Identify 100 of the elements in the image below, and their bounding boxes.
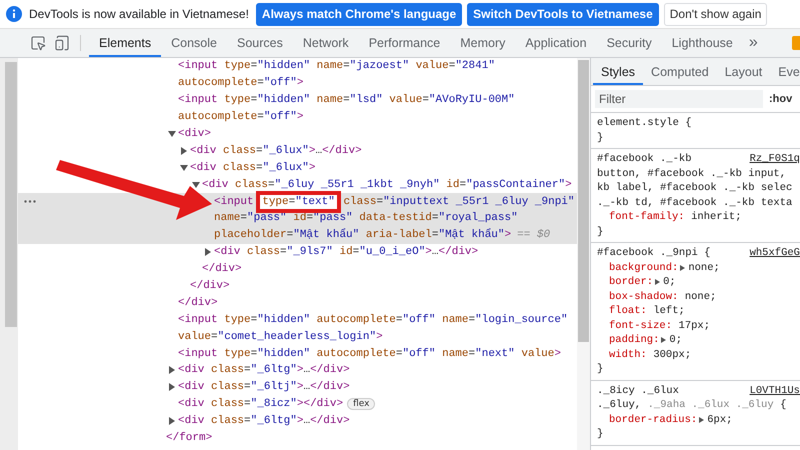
expand-triangle-icon[interactable]	[655, 279, 660, 286]
language-button[interactable]: Switch DevTools to Vietnamese	[467, 2, 659, 26]
css-property-name[interactable]: border-radius:	[609, 414, 698, 426]
sidebar-tab[interactable]: Computed	[643, 58, 717, 85]
triangle-right-icon[interactable]	[168, 383, 176, 392]
panel-tab[interactable]: Console	[161, 29, 227, 57]
node-row[interactable]: <div class="_6ltg">…</div>	[18, 412, 577, 430]
triangle-down-icon[interactable]	[168, 130, 176, 138]
scrollbar-thumb[interactable]	[5, 62, 17, 327]
css-selector: ._-kb td, #facebook ._-kb texta	[597, 196, 792, 209]
node-row[interactable]: <div class="_6ltg">…</div>	[18, 362, 577, 379]
expand-triangle-icon[interactable]	[699, 416, 704, 423]
panel-tab[interactable]: Performance	[358, 29, 450, 57]
code-line: </form>	[166, 432, 212, 444]
code-line: <input type="hidden" autocomplete="off" name="login_source"	[178, 314, 568, 326]
panel-tab[interactable]: Security	[596, 29, 662, 57]
node-row[interactable]: <div class="_6lux">	[18, 159, 577, 176]
css-selector: ._9aha ._6lux ._6luy	[648, 399, 774, 412]
code-line: <input type="hidden" autocomplete="off" name="next" value>	[178, 348, 561, 360]
code-line: <div class="_6ltg">…</div>	[178, 415, 350, 428]
info-icon	[6, 6, 22, 22]
code-line: <input type="hidden" name="lsd" value="AVoRyIU-00M"	[178, 94, 515, 106]
node-row[interactable]: <div class="_8icz"></div> flex	[18, 396, 577, 413]
node-row[interactable]: <input type="hidden" autocomplete="off" name="next" value>	[18, 345, 577, 362]
node-row[interactable]: <div class="_6luy _55r1 _1kbt _9nyh" id="passContainer">	[18, 176, 577, 194]
more-tabs-button[interactable]: »	[742, 29, 764, 57]
css-selector: button, #facebook ._-kb input,	[597, 168, 786, 180]
scrollbar-thumb[interactable]	[578, 60, 589, 342]
selected-node-row[interactable]: <input type="text" class="inputtext _55r1 _6luy _9npi"	[18, 193, 577, 210]
css-property-value[interactable]: none;	[684, 290, 716, 303]
panel-tab[interactable]: Memory	[450, 29, 516, 57]
css-selector: kb label, #facebook ._-kb selec	[597, 182, 792, 194]
css-property-value[interactable]: none;	[688, 262, 720, 274]
triangle-down-icon[interactable]	[180, 164, 188, 172]
panel-tab[interactable]: Network	[292, 29, 359, 57]
css-property-name[interactable]: border:	[609, 276, 654, 288]
css-brace: }	[597, 132, 604, 144]
triangle-down-icon[interactable]	[192, 180, 200, 189]
expand-triangle-icon[interactable]	[680, 264, 686, 271]
triangle-right-icon[interactable]	[168, 366, 176, 374]
code-line: </div>	[178, 296, 218, 309]
code-line: </div>	[202, 263, 242, 276]
expand-triangle-icon[interactable]	[661, 337, 666, 344]
code-text: <input	[214, 196, 255, 208]
css-property-value[interactable]: 17px;	[678, 320, 710, 332]
source-link[interactable]: wh5xfGeG	[742, 247, 800, 260]
triangle-right-icon[interactable]	[180, 146, 188, 155]
source-link[interactable]: Rz_F0S1q	[742, 153, 800, 166]
node-row[interactable]: <input type="hidden" name="lsd" value="AVoRyIU-00M"	[18, 92, 577, 109]
code-line: <div class="_6lux">…</div>	[190, 144, 362, 157]
code-line: value="comet_headerless_login">	[178, 330, 383, 343]
css-brace: }	[597, 428, 604, 440]
panel-tab[interactable]: Lighthouse	[662, 29, 743, 57]
more-dots-icon[interactable]	[24, 200, 36, 204]
css-selector: ._6luy,	[597, 399, 642, 412]
node-row[interactable]: <input type="hidden" autocomplete="off" name="login_source"	[18, 311, 577, 328]
css-property-name[interactable]: padding:	[609, 334, 660, 346]
code-line: <div class="_8icz"></div>	[178, 398, 344, 410]
css-property-name[interactable]: background:	[609, 262, 678, 274]
css-selector: ._8icy ._6lux	[597, 384, 679, 397]
css-selector: #facebook ._-kb	[597, 153, 692, 166]
node-reference: == $0	[517, 229, 550, 242]
filter-field[interactable]: Filter	[595, 90, 763, 108]
css-property-value[interactable]: 6px;	[707, 414, 732, 426]
css-brace: }	[597, 226, 604, 238]
triangle-right-icon[interactable]	[204, 248, 212, 256]
css-property-value[interactable]: 0;	[669, 334, 682, 346]
code-line: <div class="_9ls7" id="u_0_i_eO">…</div>	[214, 246, 478, 258]
code-line: </div>	[190, 280, 230, 292]
node-row[interactable]: <div>	[18, 126, 577, 142]
hover-state-button[interactable]: :hov	[769, 93, 792, 105]
sidebar-tab[interactable]: Styles	[593, 58, 644, 85]
css-property-name[interactable]: width:	[609, 348, 647, 361]
sidebar-tab[interactable]: Eve	[770, 58, 800, 85]
node-row[interactable]: <input type="hidden" name="jazoest" value="2841"	[18, 58, 577, 75]
panel-tab[interactable]: Elements	[89, 29, 162, 57]
css-property-value[interactable]: 300px;	[653, 348, 692, 361]
panel-tab[interactable]: Application	[515, 29, 597, 57]
css-property-value[interactable]: inherit;	[691, 211, 742, 224]
css-property-name[interactable]: box-shadow:	[609, 290, 678, 303]
node-row[interactable]: <div class="_9ls7" id="u_0_i_eO">…</div>	[18, 244, 577, 261]
code-line: <input type="hidden" name="jazoest" value="2841"	[178, 60, 495, 72]
layout-badge[interactable]: flex	[347, 398, 376, 410]
css-selector: element.style {	[597, 117, 692, 130]
node-row[interactable]: <div class="_6lux">…</div>	[18, 142, 577, 160]
code-text: class="inputtext _55r1 _6luy _9npi"	[342, 196, 575, 208]
css-property-name[interactable]: font-family:	[609, 211, 685, 224]
panel-tab[interactable]: Sources	[226, 29, 293, 57]
css-property-value[interactable]: left;	[653, 305, 685, 318]
css-property-name[interactable]: float:	[609, 305, 647, 318]
sidebar-tab[interactable]: Layout	[716, 58, 770, 85]
css-property-name[interactable]: font-size:	[609, 320, 672, 332]
language-button[interactable]: Always match Chrome's language	[256, 2, 462, 26]
dismiss-button[interactable]: Don't show again	[664, 2, 768, 26]
source-link[interactable]: L0VTH1Us	[742, 384, 800, 397]
code-line: autocomplete="off">	[178, 111, 304, 124]
code-line: <div class="_6ltj">…</div>	[178, 381, 350, 394]
triangle-right-icon[interactable]	[168, 417, 176, 426]
css-property-value[interactable]: 0;	[663, 276, 676, 288]
node-row[interactable]: <div class="_6ltj">…</div>	[18, 378, 577, 396]
